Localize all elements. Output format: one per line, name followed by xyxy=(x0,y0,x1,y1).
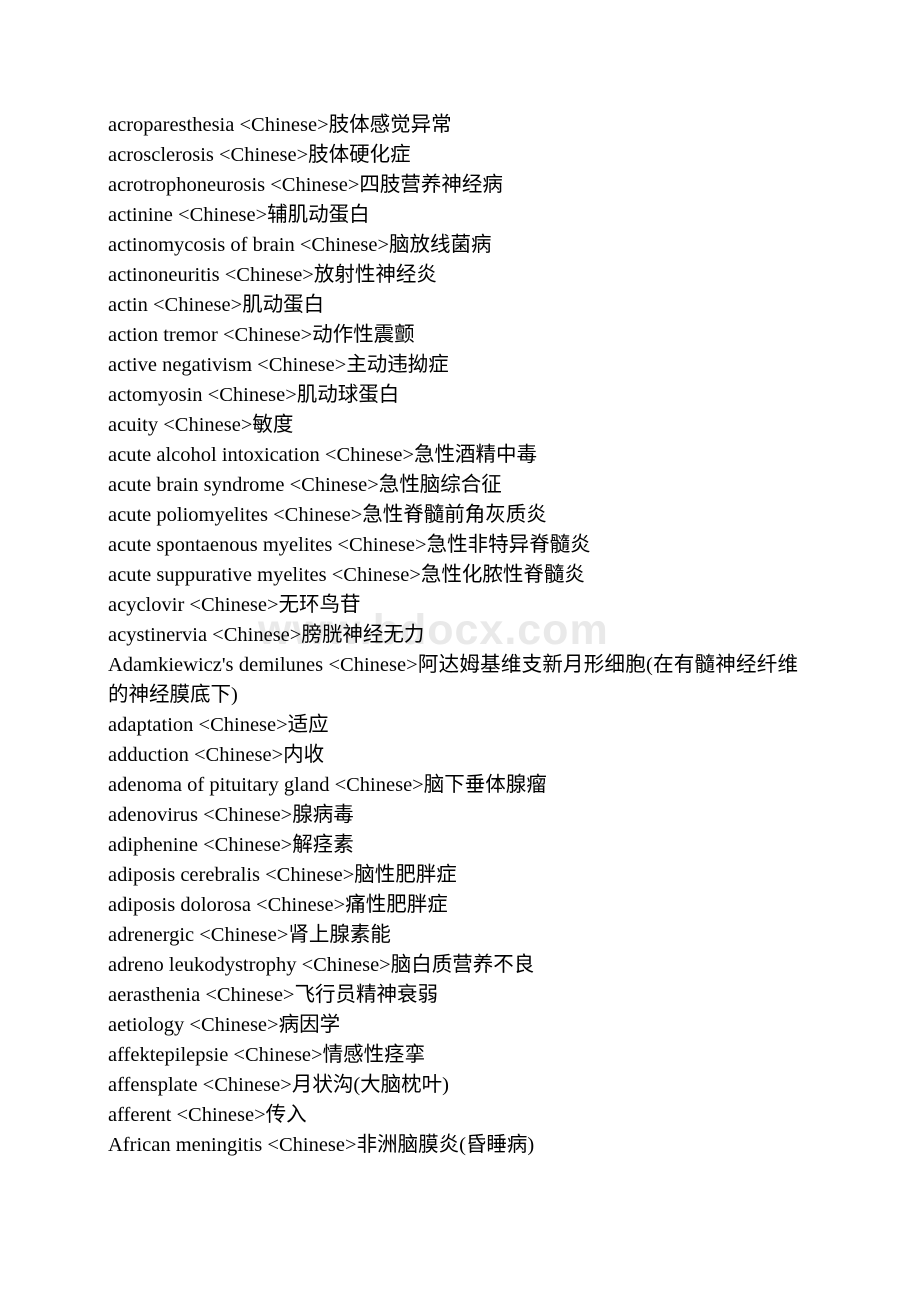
glossary-entry-list: acroparesthesia <Chinese>肢体感觉异常 acroscler… xyxy=(108,110,798,1160)
glossary-entry: adreno leukodystrophy <Chinese>脑白质营养不良 xyxy=(108,954,535,976)
glossary-entry: affektepilepsie <Chinese>情感性痉挛 xyxy=(108,1044,426,1066)
glossary-entry: acrosclerosis <Chinese>肢体硬化症 xyxy=(108,144,411,166)
glossary-entry: Adamkiewicz's demilunes <Chinese>阿达姆基维支新… xyxy=(108,654,798,706)
glossary-entry: adiposis cerebralis <Chinese>脑性肥胖症 xyxy=(108,864,457,886)
glossary-entry: active negativism <Chinese>主动违拗症 xyxy=(108,354,449,376)
glossary-entry: adaptation <Chinese>适应 xyxy=(108,714,329,736)
glossary-entry: adenoma of pituitary gland <Chinese>脑下垂体… xyxy=(108,774,547,796)
glossary-entry: acuity <Chinese>敏度 xyxy=(108,414,294,436)
glossary-entry: adrenergic <Chinese>肾上腺素能 xyxy=(108,924,391,946)
glossary-entry: acroparesthesia <Chinese>肢体感觉异常 xyxy=(108,114,452,136)
glossary-entry: actinoneuritis <Chinese>放射性神经炎 xyxy=(108,264,437,286)
glossary-entry: actinomycosis of brain <Chinese>脑放线菌病 xyxy=(108,234,492,256)
glossary-entry: African meningitis <Chinese>非洲脑膜炎(昏睡病) xyxy=(108,1134,535,1156)
glossary-entry: actin <Chinese>肌动蛋白 xyxy=(108,294,325,316)
glossary-entry: acyclovir <Chinese>无环鸟苷 xyxy=(108,594,361,616)
glossary-entry: actomyosin <Chinese>肌动球蛋白 xyxy=(108,384,400,406)
glossary-entry: aetiology <Chinese>病因学 xyxy=(108,1014,341,1036)
glossary-entry: acrotrophoneurosis <Chinese>四肢营养神经病 xyxy=(108,174,503,196)
glossary-entry: acute alcohol intoxication <Chinese>急性酒精… xyxy=(108,444,538,466)
glossary-entry: affensplate <Chinese>月状沟(大脑枕叶) xyxy=(108,1074,449,1096)
glossary-entry: adduction <Chinese>内收 xyxy=(108,744,325,766)
glossary-entry: afferent <Chinese>传入 xyxy=(108,1104,307,1126)
glossary-entry: acystinervia <Chinese>膀胱神经无力 xyxy=(108,624,425,646)
glossary-entry: acute poliomyelites <Chinese>急性脊髓前角灰质炎 xyxy=(108,504,547,526)
glossary-entry: adiposis dolorosa <Chinese>痛性肥胖症 xyxy=(108,894,448,916)
glossary-entry: actinine <Chinese>辅肌动蛋白 xyxy=(108,204,370,226)
glossary-entry: adiphenine <Chinese>解痉素 xyxy=(108,834,354,856)
glossary-entry: acute brain syndrome <Chinese>急性脑综合征 xyxy=(108,474,502,496)
glossary-entry: adenovirus <Chinese>腺病毒 xyxy=(108,804,354,826)
glossary-entry: acute suppurative myelites <Chinese>急性化脓… xyxy=(108,564,585,586)
glossary-entry: acute spontaenous myelites <Chinese>急性非特… xyxy=(108,534,591,556)
glossary-entry: action tremor <Chinese>动作性震颤 xyxy=(108,324,415,346)
glossary-entry: aerasthenia <Chinese>飞行员精神衰弱 xyxy=(108,984,438,1006)
document-page: www.bdocx.com acroparesthesia <Chinese>肢… xyxy=(0,0,920,1302)
